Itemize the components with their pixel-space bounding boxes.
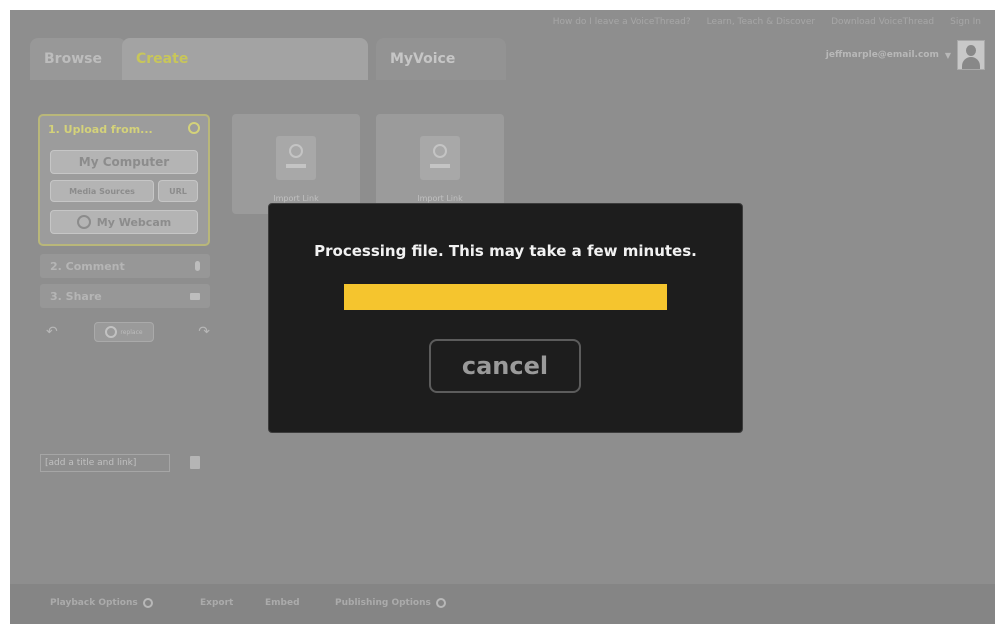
slot-label: Import Link [417, 194, 463, 203]
envelope-icon [190, 292, 200, 300]
cancel-label: cancel [461, 352, 549, 380]
step-comment[interactable]: 2. Comment [40, 254, 210, 278]
replace-icon [105, 326, 118, 338]
export-label: Export [200, 598, 234, 608]
playback-options-button[interactable]: Playback Options [50, 598, 153, 608]
gear-icon [142, 598, 153, 608]
processing-dialog: Processing file. This may take a few min… [268, 203, 743, 433]
my-webcam-button[interactable]: My Webcam [50, 210, 198, 234]
top-link-learn[interactable]: Learn, Teach & Discover [707, 17, 815, 27]
avatar[interactable] [957, 40, 985, 70]
tab-bar: Browse Create MyVoice jeffmarple@email.c… [10, 34, 995, 84]
top-link-signin[interactable]: Sign In [950, 17, 981, 27]
embed-label: Embed [265, 598, 300, 608]
my-computer-label: My Computer [78, 155, 170, 169]
cancel-button[interactable]: cancel [429, 339, 581, 393]
import-link-icon [420, 136, 460, 180]
media-sources-button[interactable]: Media Sources [50, 180, 154, 202]
top-link-download[interactable]: Download VoiceThread [831, 17, 934, 27]
title-link-text: [add a title and link] [45, 458, 137, 468]
camera-icon [76, 215, 91, 229]
account-menu[interactable]: jeffmarple@email.com ▼ [826, 40, 985, 70]
slot-label: Import Link [273, 194, 319, 203]
my-webcam-label: My Webcam [96, 215, 172, 229]
trash-icon[interactable] [190, 456, 200, 469]
import-link-icon [276, 136, 316, 180]
export-button[interactable]: Export [200, 598, 233, 608]
media-slot[interactable]: Import Link [376, 114, 504, 214]
url-button[interactable]: URL [158, 180, 198, 202]
upload-title: 1. Upload from... [48, 123, 153, 136]
tab-myvoice[interactable]: MyVoice [376, 38, 506, 80]
step-share[interactable]: 3. Share [40, 284, 210, 308]
embed-button[interactable]: Embed [265, 598, 300, 608]
progress-bar [344, 284, 667, 310]
processing-message: Processing file. This may take a few min… [314, 242, 697, 260]
title-link-field[interactable]: [add a title and link] [40, 454, 170, 472]
replace-label: replace [120, 328, 143, 336]
microphone-icon [195, 261, 200, 271]
plus-circle-icon[interactable] [188, 122, 200, 134]
undo-arrow-icon[interactable]: ↶ [46, 324, 58, 340]
redo-arrow-icon[interactable]: ↷ [198, 324, 210, 340]
top-links: How do I leave a VoiceThread? Learn, Tea… [553, 14, 981, 30]
publishing-options-label: Publishing Options [335, 598, 431, 608]
tab-browse[interactable]: Browse [30, 38, 126, 80]
url-label: URL [169, 186, 187, 196]
tab-myvoice-label: MyVoice [390, 51, 456, 67]
my-computer-button[interactable]: My Computer [50, 150, 198, 174]
gear-icon [435, 598, 446, 608]
upload-panel: 1. Upload from... My Computer Media Sour… [38, 114, 210, 246]
tab-browse-label: Browse [44, 51, 102, 67]
replace-button[interactable]: replace [94, 322, 154, 342]
playback-options-label: Playback Options [50, 598, 138, 608]
chevron-down-icon: ▼ [944, 50, 951, 60]
step-share-label: 3. Share [50, 289, 102, 303]
edit-controls: ↶ replace ↷ [46, 322, 210, 344]
tab-create-label: Create [136, 51, 189, 67]
media-slot[interactable]: Import Link [232, 114, 360, 214]
media-sources-label: Media Sources [69, 186, 135, 196]
progress-bar-fill [344, 284, 667, 310]
top-link-help[interactable]: How do I leave a VoiceThread? [553, 17, 691, 27]
tab-create[interactable]: Create [122, 38, 368, 80]
bottom-toolbar: Playback Options Export Embed Publishing… [10, 584, 995, 624]
account-email: jeffmarple@email.com [825, 50, 939, 60]
step-comment-label: 2. Comment [50, 259, 125, 273]
publishing-options-button[interactable]: Publishing Options [335, 598, 446, 608]
